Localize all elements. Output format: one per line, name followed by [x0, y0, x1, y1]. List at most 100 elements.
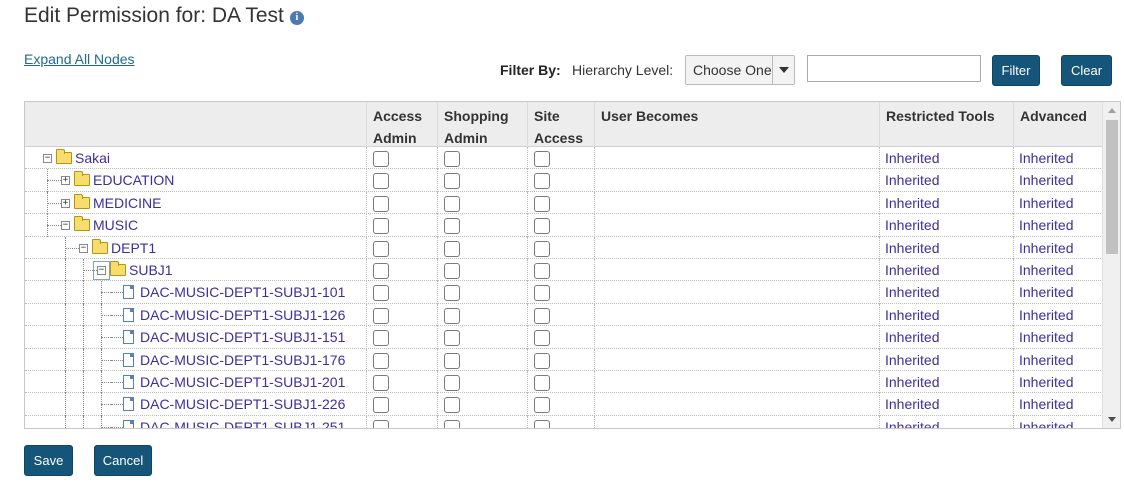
collapse-minus-icon[interactable]: − [43, 154, 52, 163]
restricted-tools-inherited-link[interactable]: Inherited [885, 284, 939, 300]
tree-node-label[interactable]: DEPT1 [111, 240, 156, 256]
advanced-inherited-link[interactable]: Inherited [1019, 262, 1073, 278]
advanced-inherited-link[interactable]: Inherited [1019, 172, 1073, 188]
scrollbar-thumb[interactable] [1106, 120, 1118, 254]
tree-node-label[interactable]: DAC-MUSIC-DEPT1-SUBJ1-226 [140, 396, 345, 412]
site-access-checkbox[interactable] [534, 352, 550, 369]
dropdown-arrow-icon[interactable] [772, 56, 794, 84]
shopping-admin-checkbox[interactable] [444, 151, 460, 167]
access-admin-checkbox[interactable] [373, 263, 389, 279]
expand-plus-icon[interactable]: + [61, 198, 70, 208]
shopping-admin-checkbox[interactable] [444, 397, 460, 414]
access-admin-checkbox[interactable] [373, 375, 389, 391]
access-admin-checkbox[interactable] [373, 218, 389, 235]
shopping-admin-checkbox[interactable] [444, 352, 460, 369]
advanced-inherited-link[interactable]: Inherited [1019, 150, 1073, 166]
info-icon[interactable]: i [289, 10, 304, 25]
expand-all-nodes-link[interactable]: Expand All Nodes [24, 51, 135, 67]
restricted-tools-inherited-link[interactable]: Inherited [885, 217, 939, 233]
advanced-inherited-link[interactable]: Inherited [1019, 396, 1073, 412]
advanced-inherited-link[interactable]: Inherited [1019, 195, 1073, 211]
site-access-checkbox[interactable] [534, 330, 550, 347]
access-admin-checkbox[interactable] [373, 397, 389, 414]
shopping-admin-checkbox[interactable] [444, 285, 460, 302]
tree-node-label[interactable]: DAC-MUSIC-DEPT1-SUBJ1-176 [140, 352, 345, 368]
shopping-admin-checkbox[interactable] [444, 218, 460, 235]
site-access-checkbox[interactable] [534, 195, 550, 212]
shopping-admin-checkbox[interactable] [444, 330, 460, 347]
access-admin-checkbox[interactable] [373, 195, 389, 212]
site-access-checkbox[interactable] [534, 218, 550, 235]
site-access-checkbox[interactable] [534, 397, 550, 414]
site-access-checkbox[interactable] [534, 419, 550, 428]
hierarchy-level-select[interactable]: Choose One [685, 55, 795, 85]
tree-node-label[interactable]: EDUCATION [93, 172, 174, 188]
cancel-button[interactable]: Cancel [94, 445, 152, 476]
shopping-admin-checkbox[interactable] [444, 307, 460, 324]
column-header-access-admin[interactable]: Access Admin [366, 102, 437, 147]
shopping-admin-checkbox[interactable] [444, 173, 460, 190]
collapse-minus-icon[interactable]: − [61, 221, 70, 231]
tree-node-label[interactable]: MEDICINE [93, 195, 161, 211]
restricted-tools-inherited-link[interactable]: Inherited [885, 172, 939, 188]
tree-node-label[interactable]: Sakai [75, 150, 110, 166]
advanced-inherited-link[interactable]: Inherited [1019, 352, 1073, 368]
scroll-down-icon[interactable] [1103, 411, 1120, 428]
access-admin-checkbox[interactable] [373, 352, 389, 369]
tree-node-label[interactable]: DAC-MUSIC-DEPT1-SUBJ1-101 [140, 284, 345, 300]
tree-node-label[interactable]: DAC-MUSIC-DEPT1-SUBJ1-126 [140, 307, 345, 323]
access-admin-checkbox[interactable] [373, 330, 389, 347]
restricted-tools-inherited-link[interactable]: Inherited [885, 374, 939, 390]
shopping-admin-checkbox[interactable] [444, 419, 460, 428]
column-header-restricted-tools[interactable]: Restricted Tools [879, 102, 1013, 147]
restricted-tools-inherited-link[interactable]: Inherited [885, 329, 939, 345]
tree-node-label[interactable]: DAC-MUSIC-DEPT1-SUBJ1-151 [140, 329, 345, 345]
restricted-tools-inherited-link[interactable]: Inherited [885, 262, 939, 278]
access-admin-checkbox[interactable] [373, 151, 389, 167]
vertical-scrollbar[interactable] [1102, 102, 1120, 428]
tree-node-label[interactable]: MUSIC [93, 217, 138, 233]
advanced-inherited-link[interactable]: Inherited [1019, 240, 1073, 256]
site-access-checkbox[interactable] [534, 151, 550, 167]
site-access-checkbox[interactable] [534, 173, 550, 190]
column-header-user-becomes[interactable]: User Becomes [594, 102, 879, 147]
collapse-minus-icon[interactable]: − [79, 243, 88, 253]
shopping-admin-checkbox[interactable] [444, 375, 460, 391]
expand-plus-icon[interactable]: + [61, 176, 70, 186]
advanced-inherited-link[interactable]: Inherited [1019, 419, 1073, 428]
shopping-admin-checkbox[interactable] [444, 263, 460, 279]
tree-node-label[interactable]: SUBJ1 [129, 262, 173, 278]
site-access-checkbox[interactable] [534, 263, 550, 279]
column-header-advanced[interactable]: Advanced [1013, 102, 1103, 147]
save-button[interactable]: Save [24, 445, 73, 476]
filter-text-input[interactable] [807, 55, 981, 82]
scroll-up-icon[interactable] [1103, 102, 1120, 119]
advanced-inherited-link[interactable]: Inherited [1019, 374, 1073, 390]
access-admin-checkbox[interactable] [373, 173, 389, 190]
advanced-inherited-link[interactable]: Inherited [1019, 284, 1073, 300]
advanced-inherited-link[interactable]: Inherited [1019, 329, 1073, 345]
tree-node-label[interactable]: DAC-MUSIC-DEPT1-SUBJ1-201 [140, 374, 345, 390]
restricted-tools-inherited-link[interactable]: Inherited [885, 419, 939, 428]
restricted-tools-inherited-link[interactable]: Inherited [885, 396, 939, 412]
advanced-inherited-link[interactable]: Inherited [1019, 217, 1073, 233]
column-header-site-access[interactable]: Site Access [527, 102, 594, 147]
access-admin-checkbox[interactable] [373, 307, 389, 324]
access-admin-checkbox[interactable] [373, 419, 389, 428]
restricted-tools-inherited-link[interactable]: Inherited [885, 195, 939, 211]
access-admin-checkbox[interactable] [373, 285, 389, 302]
clear-button[interactable]: Clear [1061, 55, 1112, 86]
column-header-shopping-admin[interactable]: Shopping Admin [437, 102, 527, 147]
site-access-checkbox[interactable] [534, 285, 550, 302]
filter-button[interactable]: Filter [992, 55, 1040, 86]
tree-node-label[interactable]: DAC-MUSIC-DEPT1-SUBJ1-251 [140, 419, 345, 428]
site-access-checkbox[interactable] [534, 375, 550, 391]
restricted-tools-inherited-link[interactable]: Inherited [885, 150, 939, 166]
restricted-tools-inherited-link[interactable]: Inherited [885, 352, 939, 368]
shopping-admin-checkbox[interactable] [444, 240, 460, 257]
site-access-checkbox[interactable] [534, 307, 550, 324]
advanced-inherited-link[interactable]: Inherited [1019, 307, 1073, 323]
restricted-tools-inherited-link[interactable]: Inherited [885, 307, 939, 323]
restricted-tools-inherited-link[interactable]: Inherited [885, 240, 939, 256]
site-access-checkbox[interactable] [534, 240, 550, 257]
